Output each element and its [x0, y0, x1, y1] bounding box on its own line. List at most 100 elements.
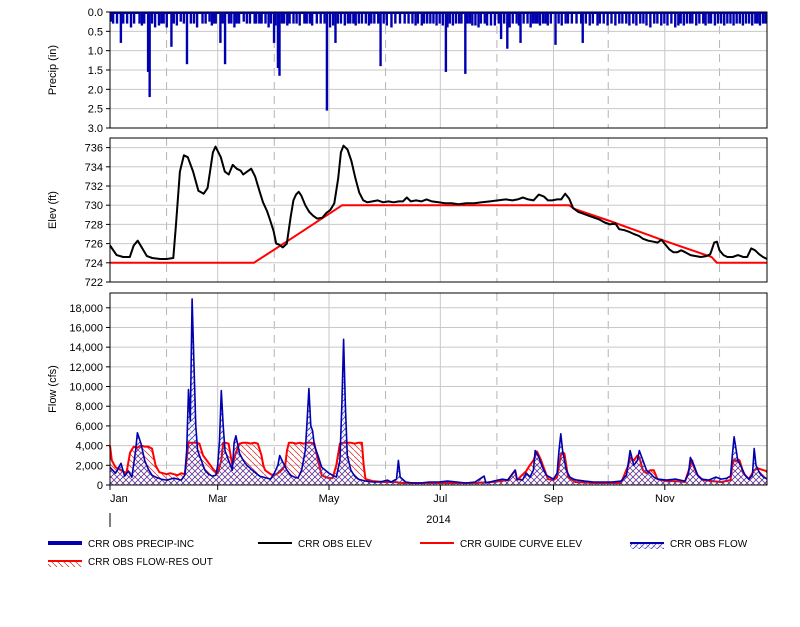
precip-bar — [649, 12, 652, 28]
precip-bar — [325, 12, 329, 111]
precip-bar — [519, 12, 522, 43]
precip-bar — [546, 12, 549, 26]
y-tick-label: 16,000 — [69, 322, 103, 334]
precip-bar — [219, 12, 222, 43]
y-tick-label: 10,000 — [69, 382, 103, 394]
precip-bar — [628, 12, 631, 26]
obs-flow-line — [109, 298, 768, 484]
precip-bar — [451, 12, 455, 26]
precip-bar — [129, 12, 133, 28]
precip-bar — [385, 12, 388, 26]
precip-bar — [140, 12, 144, 26]
precip-bar — [354, 12, 357, 26]
legend-label: CRR OBS FLOW — [670, 539, 748, 550]
precip-bar — [471, 12, 474, 26]
precip-bar — [704, 12, 707, 26]
precip-bar — [741, 12, 745, 26]
y-tick-label: 1.5 — [88, 65, 103, 77]
legend-item: CRR OBS FLOW — [630, 539, 748, 550]
precip-bar — [489, 12, 493, 26]
precip-bar — [474, 12, 477, 26]
y-tick-label: 14,000 — [69, 342, 103, 354]
x-tick-label: Jan — [110, 493, 128, 505]
x-tick-label: Jul — [433, 493, 447, 505]
precip-bar — [185, 12, 189, 65]
precip-bar — [379, 12, 382, 67]
precip-bar — [170, 12, 173, 47]
y-tick-label: 0.5 — [88, 26, 103, 38]
precip-bar — [581, 12, 584, 43]
precip-bar — [446, 12, 449, 28]
precip-bar — [596, 12, 599, 26]
y-axis-label-elev: Elev (ft) — [47, 191, 59, 229]
precip-bar — [274, 12, 277, 26]
y-tick-label: 2.0 — [88, 84, 103, 96]
precip-bar — [732, 12, 735, 26]
legend-item: CRR GUIDE CURVE ELEV — [420, 539, 582, 550]
elevation-panel: 736 734 732 730 728 726 724 722 Elev (ft) — [47, 137, 768, 289]
legend-item: CRR OBS FLOW-RES OUT — [48, 557, 213, 568]
precip-bar — [390, 12, 393, 28]
obs-flow-area — [110, 298, 767, 485]
x-axis: Jan Mar May Jul Sep Nov 2014 — [109, 485, 675, 527]
precip-bar — [588, 12, 591, 26]
y-tick-label: 736 — [85, 143, 103, 155]
legend-label: CRR OBS FLOW-RES OUT — [88, 557, 213, 568]
y-axis-label-flow: Flow (cfs) — [47, 365, 59, 413]
precip-bar — [529, 12, 532, 28]
precip-bar — [645, 12, 648, 26]
y-tick-label: 2.5 — [88, 104, 103, 116]
precip-bar — [414, 12, 417, 26]
y-tick-label: 722 — [85, 277, 103, 289]
precip-bar — [286, 12, 289, 26]
precip-bar — [713, 12, 717, 26]
plot-border — [109, 292, 768, 486]
x-tick-label: May — [319, 493, 340, 505]
y-tick-label: 724 — [85, 258, 103, 270]
precip-bar — [464, 12, 467, 74]
y-tick-label: 0.0 — [88, 7, 103, 19]
hydrograph-chart: 0.00.51.01.52.02.53.0Precip (in) 7367347… — [47, 7, 768, 568]
precip-bar — [298, 12, 301, 26]
precip-bar — [682, 12, 686, 26]
x-tick-label: Nov — [655, 493, 675, 505]
y-tick-label: 18,000 — [69, 303, 103, 315]
precip-bar — [435, 12, 438, 26]
precip-bar — [660, 12, 663, 26]
precip-bar — [614, 12, 617, 26]
precip-bar — [751, 12, 754, 26]
precip-bar — [119, 12, 123, 43]
legend-label: CRR GUIDE CURVE ELEV — [460, 539, 582, 550]
y-tick-label: 728 — [85, 219, 103, 231]
precip-bar — [210, 12, 214, 26]
guide-curve-line — [110, 204, 767, 264]
precip-bar — [499, 12, 503, 40]
precip-bar — [560, 12, 563, 26]
y-tick-label: 734 — [85, 162, 103, 174]
precip-bar — [674, 12, 677, 28]
precip-bar — [165, 12, 168, 28]
precip-bar — [175, 12, 179, 26]
x-year-label: 2014 — [426, 514, 450, 526]
precip-bar — [148, 12, 151, 98]
precip-bar — [635, 12, 638, 26]
y-tick-label: 1.0 — [88, 46, 103, 58]
precip-bar — [278, 12, 281, 76]
precip-bar — [331, 12, 335, 26]
x-tick-label: Mar — [208, 493, 227, 505]
precip-bar — [157, 12, 161, 26]
legend-item: CRR OBS PRECIP-INC — [48, 539, 194, 550]
precip-bar — [334, 12, 337, 43]
precip-bar — [723, 12, 726, 26]
y-tick-label: 730 — [85, 200, 103, 212]
precip-bar — [195, 12, 199, 28]
precip-bar — [223, 12, 227, 65]
precip-bar — [441, 12, 444, 26]
precip-bar — [485, 12, 489, 26]
x-tick-label: Sep — [544, 493, 564, 505]
precip-bar — [677, 12, 680, 26]
precip-bar — [506, 12, 509, 49]
precip-bar — [310, 12, 314, 26]
precip-bar — [233, 12, 236, 28]
precip-bar — [606, 12, 609, 26]
